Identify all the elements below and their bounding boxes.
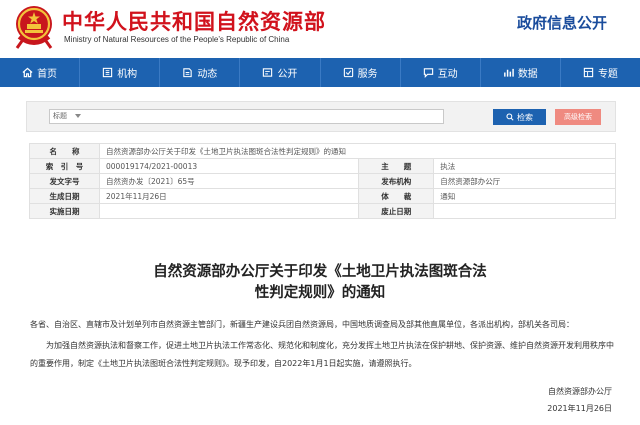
search-input[interactable] (49, 109, 444, 124)
nav-item-topic[interactable]: 专题 (561, 58, 640, 87)
nav-label: 专题 (597, 69, 618, 80)
nav-item-data[interactable]: 数据 (481, 58, 561, 87)
table-row: 实施日期 废止日期 (29, 203, 616, 219)
document-body: 为加强自然资源执法和督察工作，促进土地卫片执法工作常态化、规范化和制度化，充分发… (30, 341, 614, 368)
effective-label: 实施日期 (29, 203, 100, 219)
nav-item-institution[interactable]: 机构 (80, 58, 161, 87)
nav-label: 公开 (277, 69, 298, 80)
section-title[interactable]: 政府信息公开 (517, 12, 607, 33)
search-icon (506, 113, 514, 121)
site-header: 中华人民共和国自然资源部 Ministry of Natural Resourc… (0, 0, 640, 56)
table-row: 发文字号 自然资办发〔2021〕65号 发布机构 自然资源部办公厅 (29, 173, 616, 189)
nav-item-home[interactable]: 首页 (0, 58, 81, 87)
issuer-label: 发布机构 (358, 173, 435, 189)
docno-label: 发文字号 (29, 173, 100, 189)
document-info-table: 名 称 自然资源部办公厅关于印发《土地卫片执法图斑合法性判定规则》的通知 索 引… (29, 143, 616, 219)
service-icon (343, 67, 353, 78)
search-button[interactable]: 检索 (493, 109, 546, 125)
document-title: 自然资源部办公厅关于印发《土地卫片执法图斑合法 性判定规则》的通知 (0, 262, 640, 304)
nav-item-service[interactable]: 服务 (321, 58, 401, 87)
nav-label: 互动 (437, 69, 458, 80)
cropped-text-fragment (258, 420, 378, 425)
home-icon (22, 67, 33, 78)
nav-item-open[interactable]: 公开 (240, 58, 321, 87)
document-issuer: 自然资源部办公厅 (548, 387, 612, 396)
search-button-label: 检索 (517, 112, 533, 122)
nav-label: 数据 (517, 69, 538, 80)
search-bar: 标题 检索 高级检索 (26, 101, 616, 132)
search-field-select[interactable]: 标题 (53, 111, 67, 121)
document-title-line: 性判定规则》的通知 (254, 285, 386, 301)
institution-icon (103, 67, 113, 78)
interaction-icon (423, 68, 433, 78)
effective-value (98, 203, 360, 219)
docno-value: 自然资办发〔2021〕65号 (98, 173, 360, 189)
created-value: 2021年11月26日 (98, 188, 360, 204)
document-date: 2021年11月26日 (547, 404, 612, 413)
name-value: 自然资源部办公厅关于印发《土地卫片执法图斑合法性判定规则》的通知 (99, 143, 616, 159)
site-name-english: Ministry of Natural Resources of the Peo… (64, 35, 290, 44)
chevron-down-icon[interactable] (75, 114, 81, 118)
carrier-value: 通知 (433, 188, 616, 204)
expiry-label: 废止日期 (358, 203, 435, 219)
advanced-search-button[interactable]: 高级检索 (555, 109, 601, 125)
nav-label: 服务 (357, 69, 378, 80)
document-title-line: 自然资源部办公厅关于印发《土地卫片执法图斑合法 (153, 264, 487, 280)
table-row: 索 引 号 000019174/2021-00013 主 题 执法 (29, 158, 616, 174)
nav-label: 首页 (37, 69, 58, 80)
nav-item-news[interactable]: 动态 (160, 58, 241, 87)
document-addressee: 各省、自治区、直辖市及计划单列市自然资源主管部门，新疆生产建设兵团自然资源局，中… (30, 320, 574, 329)
news-icon (183, 68, 193, 78)
nav-label: 动态 (197, 69, 218, 80)
subject-value: 执法 (433, 158, 616, 174)
name-label: 名 称 (29, 143, 100, 159)
index-label: 索 引 号 (29, 158, 100, 174)
data-icon (503, 68, 514, 77)
nav-item-interaction[interactable]: 互动 (401, 58, 481, 87)
created-label: 生成日期 (29, 188, 100, 204)
expiry-value (433, 203, 616, 219)
site-name[interactable]: 中华人民共和国自然资源部 (62, 6, 326, 36)
open-icon (263, 68, 273, 77)
main-nav: 首页 机构 动态 公开 服务 互动 数据 专题 (0, 58, 640, 87)
national-emblem-icon[interactable] (14, 3, 54, 49)
topic-icon (583, 67, 594, 78)
table-row: 生成日期 2021年11月26日 体 裁 通知 (29, 188, 616, 204)
carrier-label: 体 裁 (358, 188, 435, 204)
table-row: 名 称 自然资源部办公厅关于印发《土地卫片执法图斑合法性判定规则》的通知 (29, 143, 616, 159)
subject-label: 主 题 (358, 158, 435, 174)
nav-label: 机构 (117, 69, 138, 80)
index-value: 000019174/2021-00013 (98, 158, 360, 174)
issuer-value: 自然资源部办公厅 (433, 173, 616, 189)
